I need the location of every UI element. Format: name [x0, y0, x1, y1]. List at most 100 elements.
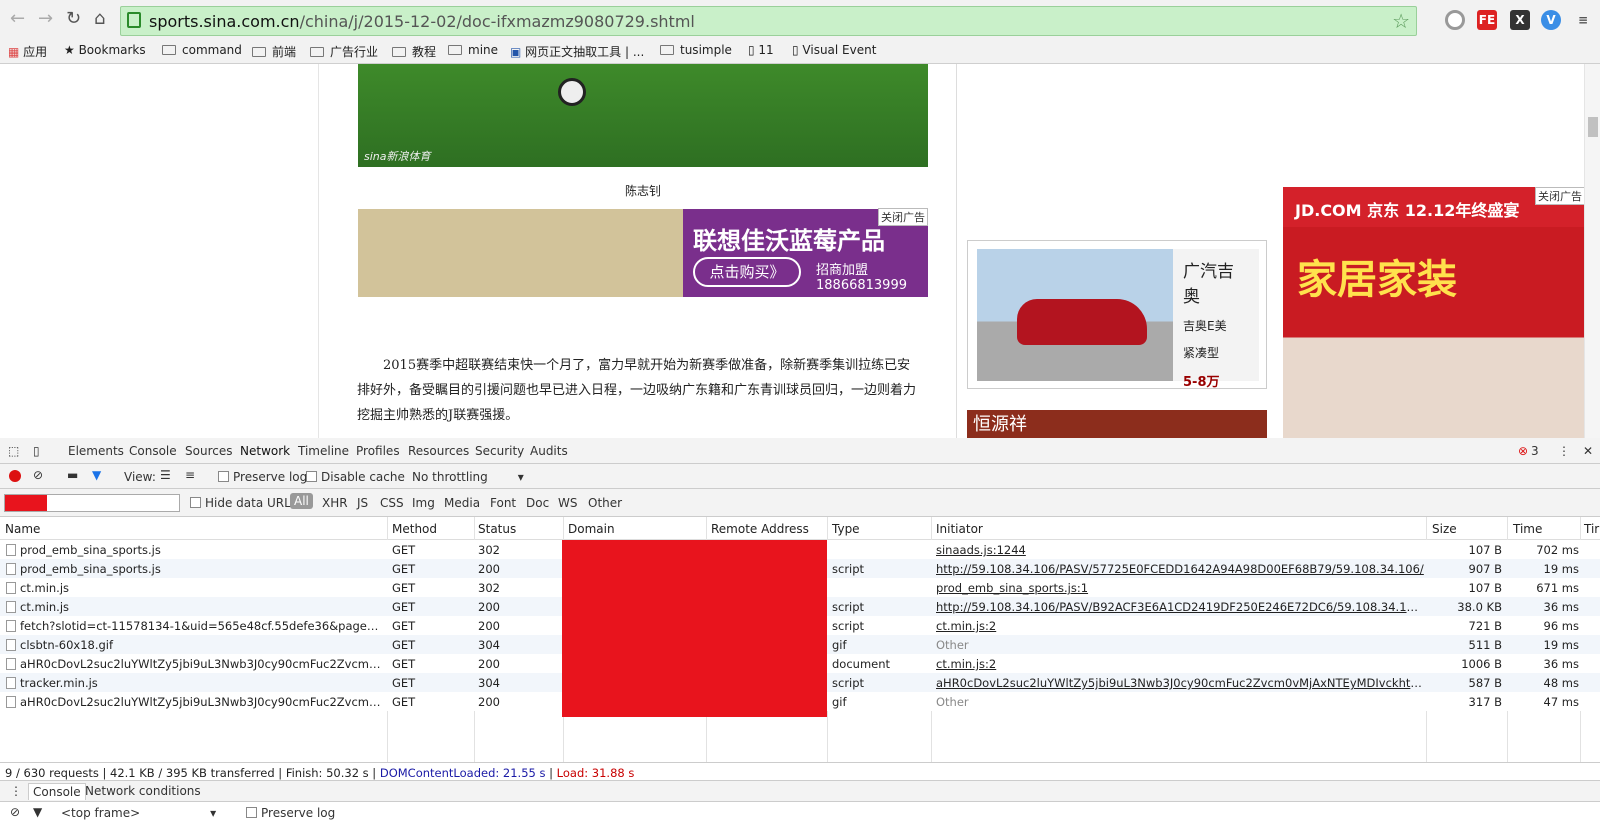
page-scrollbar[interactable] [1584, 64, 1600, 438]
frame-select[interactable]: <top frame> ▾ [61, 806, 216, 820]
bookmark-tusimple[interactable]: tusimple [660, 43, 732, 57]
drawer-tab-console[interactable]: Console [28, 783, 86, 800]
drawer-menu-icon[interactable]: ⋮ [10, 784, 22, 798]
col-timeline[interactable]: Tir [1584, 522, 1599, 536]
filter-media[interactable]: Media [444, 496, 480, 510]
throttling-select[interactable]: No throttling ▾ [412, 470, 524, 484]
address-bar[interactable]: sports.sina.com.cn/china/j/2015-12-02/do… [120, 6, 1417, 36]
file-icon [6, 544, 16, 556]
home-icon[interactable]: ⌂ [94, 8, 105, 29]
cell-type: script [832, 676, 865, 690]
bookmark-ad-industry[interactable]: 广告行业 [310, 43, 378, 60]
filter-css[interactable]: CSS [380, 496, 404, 510]
error-icon[interactable]: ⊗ [1518, 444, 1528, 458]
ad-buy-button[interactable]: 点击购买》 [693, 257, 801, 287]
bookmark-mine[interactable]: mine [448, 43, 498, 57]
cell-initiator[interactable]: sinaads.js:1244 [936, 543, 1424, 557]
cell-initiator[interactable]: http://59.108.34.106/PASV/57725E0FCEDD16… [936, 562, 1424, 576]
filter-input[interactable] [4, 494, 180, 512]
filter-icon[interactable]: ▼ [33, 805, 42, 819]
url-host: sports.sina.com.cn [149, 12, 300, 31]
col-time[interactable]: Time [1513, 522, 1542, 536]
col-status[interactable]: Status [478, 522, 516, 536]
filter-font[interactable]: Font [490, 496, 516, 510]
col-size[interactable]: Size [1432, 522, 1457, 536]
clear-icon[interactable]: ⊘ [33, 468, 43, 482]
col-initiator[interactable]: Initiator [936, 522, 983, 536]
filter-icon[interactable]: ▼ [92, 468, 101, 482]
ad-close-button[interactable]: 关闭广告 [878, 208, 928, 226]
jd-ad[interactable]: JD.COM 京东 12.12年终盛宴 家居家装 关闭广告 [1283, 187, 1585, 438]
tab-timeline[interactable]: Timeline [298, 444, 349, 458]
more-icon[interactable]: ⋮ [1558, 444, 1570, 458]
fe-extension-icon[interactable]: FE [1477, 10, 1497, 30]
record-icon[interactable] [9, 470, 21, 482]
tab-console[interactable]: Console [129, 444, 177, 458]
tab-sources[interactable]: Sources [185, 444, 232, 458]
filter-js[interactable]: JS [357, 496, 368, 510]
tab-profiles[interactable]: Profiles [356, 444, 400, 458]
cell-type: gif [832, 638, 847, 652]
col-name[interactable]: Name [5, 522, 40, 536]
tab-network[interactable]: Network [240, 444, 290, 458]
col-domain[interactable]: Domain [568, 522, 615, 536]
cell-initiator[interactable]: aHR0cDovL2suc2luYWltZy5jbi9uL3Nwb3J0cy90… [936, 676, 1424, 690]
scroll-thumb[interactable] [1588, 117, 1598, 137]
list-view-icon[interactable]: ☰ [160, 468, 171, 482]
reload-icon[interactable]: ↻ [66, 8, 81, 29]
error-count[interactable]: 3 [1531, 444, 1539, 458]
bookmark-extract-tool[interactable]: ▣ 网页正文抽取工具 | ... [510, 43, 644, 60]
tab-elements[interactable]: Elements [68, 444, 124, 458]
preserve-log-checkbox[interactable]: Preserve log [218, 470, 307, 484]
menu-icon[interactable]: ≡ [1573, 10, 1593, 30]
bookmark-bookmarks[interactable]: ★ Bookmarks [64, 43, 146, 57]
file-icon [6, 677, 16, 689]
bookmark-command[interactable]: command [162, 43, 242, 57]
tab-resources[interactable]: Resources [408, 444, 469, 458]
car-ad[interactable]: 广汽吉奥 吉奥E美 紧凑型 5-8万 [967, 240, 1267, 390]
bookmark-visual-event[interactable]: ▯ Visual Event [792, 43, 876, 57]
blueberry-ad[interactable]: 联想佳沃蓝莓产品 点击购买》 招商加盟 18866813999 关闭广告 [358, 208, 928, 297]
cell-size: 317 B [1468, 695, 1503, 709]
col-type[interactable]: Type [832, 522, 860, 536]
camera-icon[interactable]: ▬ [67, 468, 78, 482]
cell-initiator[interactable]: ct.min.js:2 [936, 619, 1424, 633]
filter-img[interactable]: Img [412, 496, 435, 510]
bookmark-frontend[interactable]: 前端 [252, 43, 296, 60]
filter-xhr[interactable]: XHR [322, 496, 348, 510]
tab-security[interactable]: Security [475, 444, 524, 458]
filter-all[interactable]: All [290, 493, 313, 509]
back-icon[interactable]: ← [10, 8, 25, 29]
forward-icon[interactable]: → [38, 8, 53, 29]
waterfall-view-icon[interactable]: ≡ [185, 468, 195, 482]
jd-ad-close-button[interactable]: 关闭广告 [1535, 187, 1585, 205]
circle-extension-icon[interactable] [1445, 10, 1465, 30]
v-extension-icon[interactable]: V [1541, 10, 1561, 30]
cell-size: 107 B [1468, 581, 1503, 595]
filter-other[interactable]: Other [588, 496, 622, 510]
close-icon[interactable]: ✕ [1583, 444, 1593, 458]
cell-initiator[interactable]: prod_emb_sina_sports.js:1 [936, 581, 1424, 595]
drawer-tab-network-conditions[interactable]: Network conditions [85, 784, 201, 798]
hengyuanxiang-ad[interactable]: 恒源祥 [967, 410, 1267, 438]
photo-caption: 陈志钊 [624, 184, 661, 198]
bookmark-apps[interactable]: ▦ 应用 [8, 43, 47, 60]
col-method[interactable]: Method [392, 522, 437, 536]
device-icon[interactable]: ▯ [33, 444, 40, 458]
column-divider [956, 64, 957, 438]
cell-initiator[interactable]: http://59.108.34.106/PASV/B92ACF3E6A1CD2… [936, 600, 1424, 614]
tab-audits[interactable]: Audits [530, 444, 568, 458]
col-remote-address[interactable]: Remote Address [711, 522, 809, 536]
inspect-icon[interactable]: ⬚ [8, 444, 19, 458]
disable-cache-checkbox[interactable]: Disable cache [306, 470, 405, 484]
clear-console-icon[interactable]: ⊘ [10, 805, 20, 819]
console-preserve-log-checkbox[interactable]: Preserve log [246, 806, 335, 820]
cell-initiator[interactable]: ct.min.js:2 [936, 657, 1424, 671]
star-icon[interactable]: ☆ [1392, 9, 1410, 33]
bookmark-tutorial[interactable]: 教程 [392, 43, 436, 60]
x-extension-icon[interactable]: X [1510, 10, 1530, 30]
hide-data-urls-checkbox[interactable]: Hide data URLs [190, 496, 297, 510]
filter-doc[interactable]: Doc [526, 496, 549, 510]
bookmark-11[interactable]: ▯ 11 [748, 43, 774, 57]
filter-ws[interactable]: WS [558, 496, 577, 510]
